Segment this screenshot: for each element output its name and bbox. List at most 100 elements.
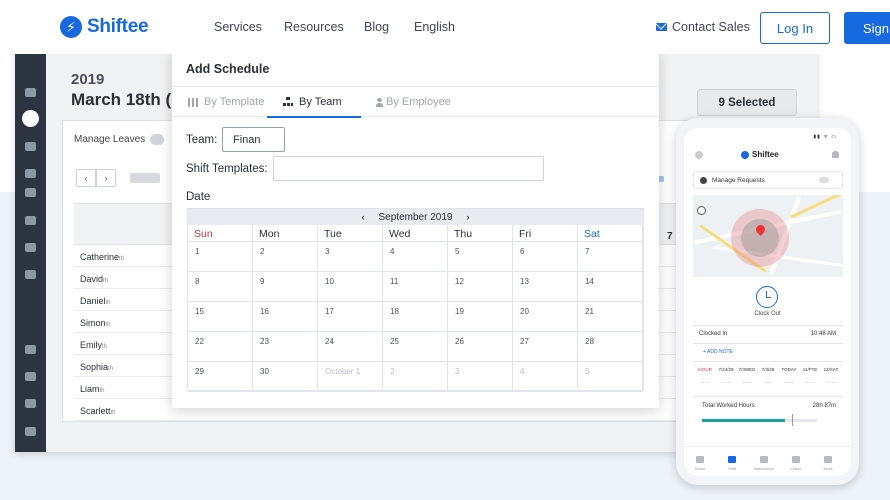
nav-services[interactable]: Services xyxy=(214,20,262,34)
chart-icon xyxy=(25,270,36,279)
manage-leaves-toggle[interactable] xyxy=(150,134,164,145)
calendar-day[interactable]: 8 xyxy=(188,272,253,302)
calendar-day[interactable]: 16 xyxy=(253,302,318,332)
calendar-day[interactable]: 13 xyxy=(513,272,578,302)
team-input[interactable]: Finan xyxy=(222,127,285,152)
tab-by-employee[interactable]: By Employee xyxy=(374,87,453,117)
top-navigation: ⚡ Shiftee Services Resources Blog Englis… xyxy=(0,0,890,54)
week-day[interactable]: 12/SAT xyxy=(822,367,840,372)
phone-tab-icon[interactable] xyxy=(760,456,768,463)
shiftee-logo[interactable]: ⚡ Shiftee xyxy=(60,16,149,38)
calendar-day[interactable]: 3 xyxy=(448,362,513,392)
calendar-day[interactable]: 23 xyxy=(253,332,318,362)
calendar-day[interactable]: 5 xyxy=(578,362,643,392)
calendar-day[interactable]: 21 xyxy=(578,302,643,332)
next-month-button[interactable]: › xyxy=(466,212,469,222)
calendar-day[interactable]: 10 xyxy=(318,272,383,302)
calendar-day[interactable]: 11 xyxy=(383,272,448,302)
prev-month-button[interactable]: ‹ xyxy=(362,212,365,222)
shift-templates-input[interactable] xyxy=(273,156,544,181)
selected-count-button[interactable]: 9 Selected xyxy=(697,89,797,116)
week-day-hours: — — xyxy=(826,379,836,384)
login-button[interactable]: Log In xyxy=(760,12,830,44)
employee-name: Catherine xyxy=(80,252,120,262)
alert-icon xyxy=(700,176,707,184)
add-note-button[interactable]: + ADD NOTE xyxy=(703,349,733,355)
calendar-day[interactable]: 1 xyxy=(188,242,253,272)
phone-tab-icon[interactable] xyxy=(792,456,800,463)
employee-name: Sophia xyxy=(80,362,109,372)
bell-icon[interactable] xyxy=(832,151,839,158)
column-day: 7 xyxy=(667,231,673,242)
calendar-day[interactable]: 26 xyxy=(448,332,513,362)
calendar-day[interactable]: 15 xyxy=(188,302,253,332)
employee-suffix: th xyxy=(102,344,108,350)
logo-text: Shiftee xyxy=(87,16,149,37)
week-day[interactable]: TODAY xyxy=(780,367,798,372)
calendar-day[interactable]: 7 xyxy=(578,242,643,272)
calendar-day[interactable]: 18 xyxy=(383,302,448,332)
calendar-day[interactable]: 19 xyxy=(448,302,513,332)
weekday-header: Fri xyxy=(513,225,578,242)
calendar-day[interactable]: 4 xyxy=(383,242,448,272)
employee-suffix: th xyxy=(103,278,109,284)
week-day[interactable]: 7/3/28 xyxy=(759,367,777,372)
nav-blog[interactable]: Blog xyxy=(364,20,389,34)
divider xyxy=(693,325,843,326)
calendar-day[interactable]: 2 xyxy=(383,362,448,392)
divider xyxy=(693,361,843,362)
weekday-header: Sun xyxy=(188,225,253,242)
employee-name: Simon xyxy=(80,318,106,328)
clock-out-icon[interactable] xyxy=(756,286,778,308)
calendar-day[interactable]: 17 xyxy=(318,302,383,332)
profile-icon[interactable] xyxy=(695,151,703,159)
today-button[interactable] xyxy=(130,173,160,183)
contact-sales-link[interactable]: Contact Sales xyxy=(656,20,750,34)
calendar-day[interactable]: 3 xyxy=(318,242,383,272)
calendar-day[interactable]: 24 xyxy=(318,332,383,362)
employee-name: David xyxy=(80,274,104,284)
phone-mockup: ▮▮ ᯤ ▭ Shiftee Manage Requests Clock Out… xyxy=(676,118,859,485)
location-map[interactable] xyxy=(693,195,843,277)
phone-screen: ▮▮ ᯤ ▭ Shiftee Manage Requests Clock Out… xyxy=(684,128,851,476)
week-day[interactable]: 6/OUR xyxy=(696,367,714,372)
tab-by-template[interactable]: By Template xyxy=(182,87,270,117)
tag-icon xyxy=(25,372,36,381)
calendar-day[interactable]: 30 xyxy=(253,362,318,392)
calendar-day[interactable]: 29 xyxy=(188,362,253,392)
calendar-day[interactable]: 9 xyxy=(253,272,318,302)
employee-suffix: th xyxy=(105,300,111,306)
calendar-day[interactable]: 2 xyxy=(253,242,318,272)
calendar-icon xyxy=(22,110,39,127)
calendar-day[interactable]: 6 xyxy=(513,242,578,272)
calendar-day[interactable]: 22 xyxy=(188,332,253,362)
clock-out-label[interactable]: Clock Out xyxy=(684,311,851,317)
calendar-day[interactable]: October 1 xyxy=(318,362,383,392)
calendar-day[interactable]: 5 xyxy=(448,242,513,272)
calendar-day[interactable]: 20 xyxy=(513,302,578,332)
calendar-day[interactable]: 27 xyxy=(513,332,578,362)
next-week-button[interactable]: › xyxy=(96,169,116,187)
phone-tab-icon[interactable] xyxy=(824,456,832,463)
week-day[interactable]: 7/3WED xyxy=(738,367,756,372)
request-count-badge xyxy=(819,177,829,183)
phone-status-bar: ▮▮ ᯤ ▭ xyxy=(813,134,837,140)
nav-resources[interactable]: Resources xyxy=(284,20,344,34)
week-day[interactable]: 11/FTE xyxy=(801,367,819,372)
prev-week-button[interactable]: ‹ xyxy=(76,169,96,187)
phone-tab-icon[interactable] xyxy=(728,456,736,463)
phone-tab-label: Home xyxy=(694,466,706,471)
locate-icon[interactable] xyxy=(697,206,706,215)
schedule-tabs: By Template By Team By Employee xyxy=(172,86,659,118)
calendar-day[interactable]: 28 xyxy=(578,332,643,362)
calendar-day[interactable]: 14 xyxy=(578,272,643,302)
manage-requests-button[interactable]: Manage Requests xyxy=(693,171,843,189)
nav-language[interactable]: English xyxy=(414,20,455,34)
calendar-day[interactable]: 25 xyxy=(383,332,448,362)
phone-tab-icon[interactable] xyxy=(696,456,704,463)
signup-button[interactable]: Sign xyxy=(844,12,890,44)
week-day[interactable]: 7/24/28 xyxy=(717,367,735,372)
calendar-day[interactable]: 4 xyxy=(513,362,578,392)
calendar-day[interactable]: 12 xyxy=(448,272,513,302)
tab-by-team[interactable]: By Team xyxy=(267,87,361,118)
